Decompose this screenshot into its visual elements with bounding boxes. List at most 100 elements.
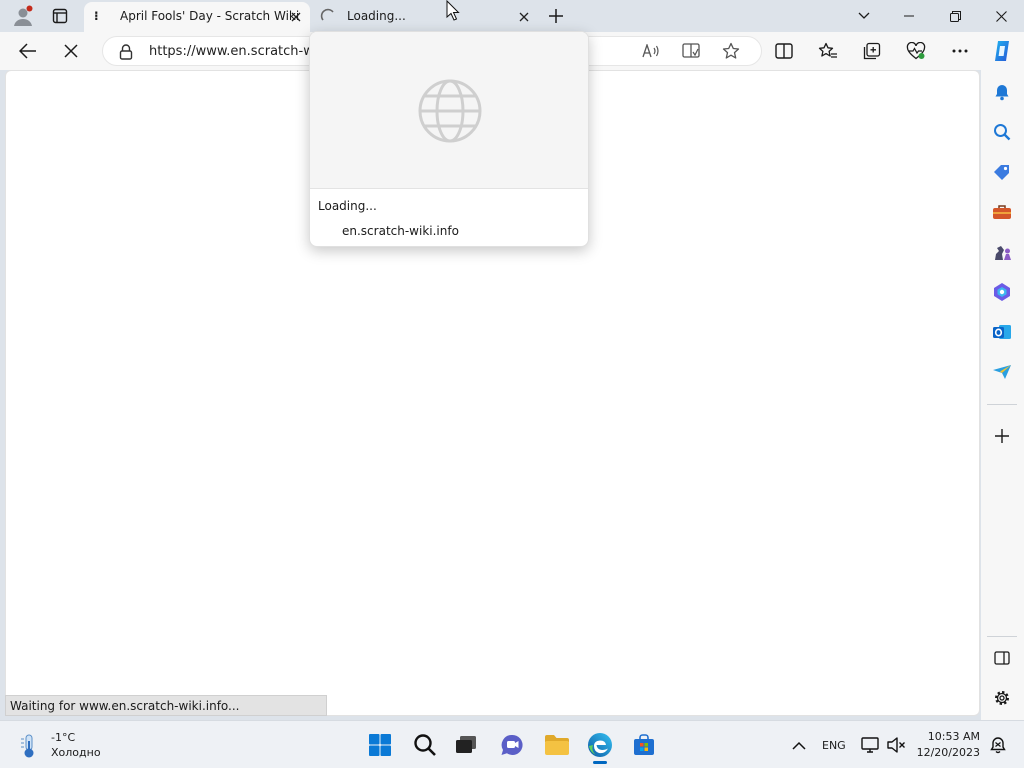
teams-chat-button[interactable] [496,729,528,761]
chevron-down-icon [858,12,870,19]
more-icon [952,49,968,53]
profile-button[interactable] [8,0,38,32]
sidebar-tools-button[interactable] [990,200,1014,224]
plus-icon [549,9,563,23]
tab-april-fools[interactable]: ⁝ April Fools' Day - Scratch Wiki [84,2,310,32]
start-button[interactable] [364,729,396,761]
read-aloud-button[interactable] [637,37,665,65]
edge-sidebar [981,70,1024,720]
sidebar-panel-icon [994,651,1010,665]
tab-preview-card[interactable]: Loading... en.scratch-wiki.info [309,31,589,247]
back-arrow-icon [19,43,36,59]
split-screen-icon [775,43,793,59]
task-view-button[interactable] [450,729,482,761]
close-tab-button[interactable] [516,9,532,25]
preview-domain: en.scratch-wiki.info [342,224,459,238]
chess-pieces-icon [995,246,1011,260]
split-screen-button[interactable] [770,37,798,65]
profile-icon [14,5,33,26]
stop-loading-button[interactable] [57,37,85,65]
globe-icon [418,79,482,143]
tab-title: April Fools' Day - Scratch Wiki [120,9,300,23]
volume-button[interactable] [884,729,908,761]
loading-spinner-icon [320,8,334,21]
tab-title: Loading... [347,9,406,23]
edge-taskbar-button[interactable] [584,729,616,764]
sidebar-games-button[interactable] [990,240,1014,264]
title-bar: ⁝ April Fools' Day - Scratch Wiki Loadin… [0,0,1024,32]
tab-loading-dots-icon: ⁝ [94,9,99,23]
sidebar-divider [987,404,1017,405]
close-icon [995,10,1007,22]
close-icon [291,12,301,22]
back-button[interactable] [14,37,42,65]
status-bar: Waiting for www.en.scratch-wiki.info... [5,695,327,716]
weather-widget[interactable]: -1°C Холодно [16,731,116,761]
store-button[interactable] [628,729,660,761]
restore-icon [949,10,961,22]
file-explorer-button[interactable] [541,729,573,761]
more-options-button[interactable] [946,37,974,65]
sidebar-toggle-button[interactable] [990,646,1014,670]
clock-time: 10:53 AM [927,730,980,743]
close-tab-button[interactable] [288,9,304,25]
tab-loading[interactable]: Loading... [312,0,538,32]
tab-actions-button[interactable] [46,0,74,32]
sidebar-search-button[interactable] [990,120,1014,144]
add-favorite-button[interactable] [717,37,745,65]
favorites-button[interactable] [814,37,842,65]
new-tab-button[interactable] [542,0,570,32]
sidebar-send-button[interactable] [990,360,1014,384]
edge-icon [588,733,612,757]
windows-logo-icon [369,734,391,756]
sidebar-divider [987,636,1017,637]
weather-temperature: -1°C [51,731,76,744]
browser-essentials-button[interactable] [902,37,930,65]
input-language[interactable]: ENG [822,739,846,752]
active-app-indicator [593,761,607,764]
tab-actions-icon [52,8,68,24]
sidebar-settings-button[interactable] [990,686,1014,710]
collections-icon [863,42,881,60]
plus-icon [995,429,1009,443]
bell-icon [995,85,1009,101]
url-text[interactable]: https://www.en.scratch-wi [149,44,317,59]
clock-button[interactable]: 10:53 AM 12/20/2023 [917,729,982,761]
notifications-button[interactable] [985,729,1011,761]
close-window-button[interactable] [978,0,1024,32]
store-bag-icon [634,734,654,755]
taskbar-search-button[interactable] [409,729,441,761]
minimize-button[interactable] [886,0,932,32]
paper-plane-icon [993,365,1011,379]
immersive-reader-button[interactable] [677,37,705,65]
restore-button[interactable] [932,0,978,32]
read-aloud-icon [642,44,659,58]
shopping-tag-icon [994,165,1009,180]
immersive-reader-icon [682,43,700,58]
copilot-icon [995,41,1009,61]
sidebar-add-button[interactable] [990,424,1014,448]
weather-description: Холодно [51,746,101,759]
sidebar-notifications-button[interactable] [990,80,1014,104]
speaker-muted-icon [887,737,905,753]
sidebar-m365-button[interactable] [990,280,1014,304]
minimize-icon [904,15,914,17]
toolbox-icon [993,205,1011,219]
star-icon [722,42,740,59]
folder-icon [545,735,569,755]
favorites-icon [818,42,837,58]
lock-icon[interactable] [119,44,133,60]
search-icon [994,124,1011,141]
tab-preview-thumbnail [310,32,588,189]
sidebar-outlook-button[interactable] [990,320,1014,344]
tab-search-button[interactable] [850,0,878,32]
collections-button[interactable] [858,37,886,65]
search-icon [414,734,436,756]
show-hidden-icons-button[interactable] [784,729,814,761]
network-button[interactable] [858,729,882,761]
microsoft-365-icon [994,283,1010,301]
copilot-button[interactable] [988,37,1016,65]
chat-icon [501,734,523,755]
sidebar-shopping-button[interactable] [990,160,1014,184]
gear-icon [995,691,1009,705]
